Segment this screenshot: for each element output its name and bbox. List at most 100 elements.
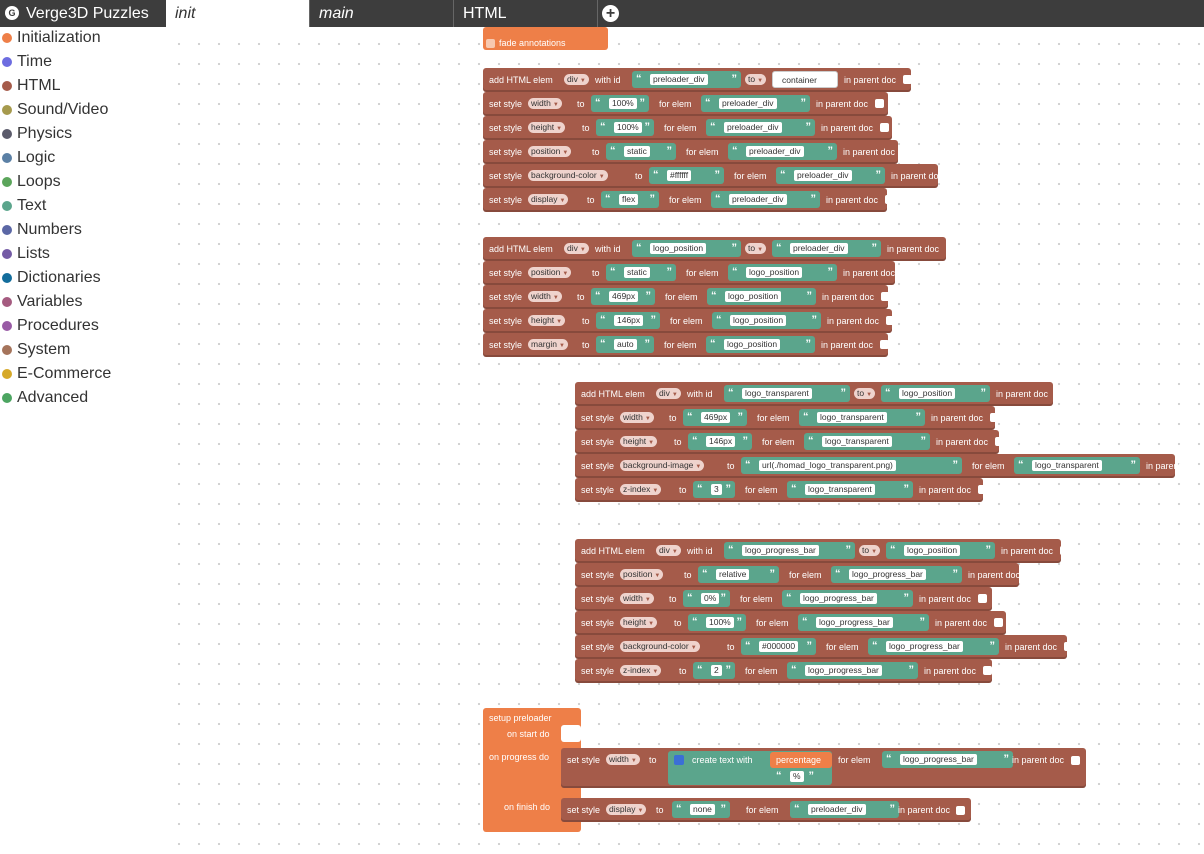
text-value[interactable]: 100% — [614, 122, 642, 133]
style-property-dropdown[interactable]: height ▼ — [528, 122, 566, 133]
target-elem-string[interactable]: “ logo_transparent ” — [799, 409, 925, 426]
style-value-string[interactable]: “ auto ” — [596, 336, 654, 353]
text-value[interactable]: preloader_div — [719, 98, 777, 109]
style-property-dropdown[interactable]: width ▼ — [620, 593, 654, 604]
text-value[interactable]: #ffffff — [667, 170, 692, 181]
style-property-dropdown[interactable]: z-index ▼ — [620, 665, 662, 676]
text-value[interactable]: logo_progress_bar — [800, 593, 877, 604]
style-property-dropdown[interactable]: background-color ▼ — [528, 170, 608, 181]
parent-elem-string[interactable]: “ preloader_div ” — [772, 240, 881, 257]
text-value[interactable]: logo_transparent — [1032, 460, 1102, 471]
text-value[interactable]: logo_position — [899, 388, 956, 399]
style-property-dropdown[interactable]: position ▼ — [620, 569, 664, 580]
style-value-string[interactable]: “ 100%” — [688, 614, 746, 631]
parent-doc-checkbox[interactable] — [881, 292, 890, 301]
percent-suffix-string[interactable]: “% ” — [772, 768, 818, 785]
text-value[interactable]: preloader_div — [650, 74, 708, 85]
app-logo[interactable]: G Verge3D Puzzles — [0, 0, 166, 27]
elem-type-dropdown[interactable]: div ▼ — [564, 74, 589, 85]
style-property-dropdown[interactable]: background-image ▼ — [620, 460, 705, 471]
text-value[interactable]: 0% — [701, 593, 720, 604]
target-elem-string[interactable]: “ logo_position ” — [707, 288, 816, 305]
text-value[interactable]: 100% — [609, 98, 637, 109]
style-value-string[interactable]: “ 146px ” — [596, 312, 660, 329]
parent-doc-checkbox[interactable] — [1055, 389, 1064, 398]
text-value[interactable]: static — [624, 146, 650, 157]
text-value[interactable]: logo_progress_bar — [886, 641, 963, 652]
style-property-dropdown[interactable]: height ▼ — [620, 436, 658, 447]
parent-doc-checkbox[interactable] — [886, 316, 895, 325]
sidebar-item-logic[interactable]: Logic — [0, 146, 166, 170]
parent-doc-checkbox[interactable] — [983, 666, 992, 675]
sidebar-item-time[interactable]: Time — [0, 50, 166, 74]
style-property-dropdown[interactable]: width ▼ — [528, 291, 562, 302]
text-value[interactable]: flex — [619, 194, 639, 205]
style-property-dropdown[interactable]: display ▼ — [606, 804, 647, 815]
parent-elem-dropdown[interactable]: container — [772, 71, 838, 88]
style-property-dropdown[interactable]: position ▼ — [528, 146, 572, 157]
text-value[interactable]: 146px — [706, 436, 736, 447]
style-value-string[interactable]: “ #ffffff ” — [649, 167, 724, 184]
text-value[interactable]: #000000 — [759, 641, 799, 652]
text-value[interactable]: logo_position — [650, 243, 707, 254]
text-value[interactable]: preloader_div — [794, 170, 852, 181]
target-elem-string[interactable]: “ preloader_div ” — [790, 801, 899, 818]
tab-main[interactable]: main — [310, 0, 454, 27]
text-value[interactable]: preloader_div — [729, 194, 787, 205]
text-value[interactable]: preloader_div — [790, 243, 848, 254]
target-elem-string[interactable]: “ preloader_div ” — [706, 119, 815, 136]
style-property-dropdown[interactable]: position ▼ — [528, 267, 572, 278]
text-value[interactable]: static — [624, 267, 650, 278]
sidebar-item-lists[interactable]: Lists — [0, 242, 166, 266]
style-value-string[interactable]: “ 469px ” — [591, 288, 655, 305]
elem-id-string[interactable]: “ preloader_div ” — [632, 71, 741, 88]
style-property-dropdown[interactable]: width ▼ — [528, 98, 562, 109]
parent-doc-checkbox[interactable] — [875, 99, 884, 108]
parent-target-dropdown[interactable]: to ▼ — [859, 545, 881, 556]
style-property-dropdown[interactable]: z-index ▼ — [620, 484, 662, 495]
text-value[interactable]: logo_progress_bar — [900, 754, 977, 765]
elem-type-dropdown[interactable]: div ▼ — [564, 243, 589, 254]
sidebar-item-numbers[interactable]: Numbers — [0, 218, 166, 242]
sidebar-item-loops[interactable]: Loops — [0, 170, 166, 194]
text-value[interactable]: logo_progress_bar — [816, 617, 893, 628]
parent-elem-string[interactable]: “ logo_position ” — [881, 385, 990, 402]
sidebar-item-procedures[interactable]: Procedures — [0, 314, 166, 338]
tab-init[interactable]: init — [166, 0, 310, 27]
sidebar-item-sound-video[interactable]: Sound/Video — [0, 98, 166, 122]
text-value[interactable]: auto — [614, 339, 637, 350]
text-value[interactable]: logo_transparent — [742, 388, 812, 399]
style-value-string[interactable]: “ #000000 ” — [741, 638, 816, 655]
puzzle-workspace[interactable]: fade annotations add HTML elem div ▼ with id… — [166, 27, 1204, 854]
text-value[interactable]: logo_position — [725, 291, 782, 302]
text-value[interactable]: preloader_div — [746, 146, 804, 157]
style-property-dropdown[interactable]: height ▼ — [620, 617, 658, 628]
target-elem-string[interactable]: “ preloader_div ” — [701, 95, 810, 112]
parent-doc-checkbox[interactable] — [1060, 546, 1069, 555]
target-elem-string[interactable]: “ logo_progress_bar ” — [798, 614, 929, 631]
parent-doc-checkbox[interactable] — [990, 413, 999, 422]
parent-doc-checkbox[interactable] — [946, 244, 955, 253]
add-tab-button[interactable]: + — [602, 5, 619, 22]
parent-doc-checkbox[interactable] — [885, 195, 894, 204]
parent-doc-checkbox[interactable] — [902, 268, 911, 277]
parent-doc-checkbox[interactable] — [880, 123, 889, 132]
target-elem-string[interactable]: “ logo_progress_bar ” — [787, 662, 918, 679]
text-value[interactable]: logo_transparent — [805, 484, 875, 495]
sidebar-item-initialization[interactable]: Initialization — [0, 26, 166, 50]
sidebar-item-dictionaries[interactable]: Dictionaries — [0, 266, 166, 290]
style-value-string[interactable]: “ 2” — [693, 662, 735, 679]
parent-doc-checkbox[interactable] — [902, 147, 911, 156]
target-elem-string[interactable]: “ logo_transparent ” — [1014, 457, 1140, 474]
text-value[interactable]: logo_transparent — [822, 436, 892, 447]
target-elem-string[interactable]: “ preloader_div ” — [728, 143, 837, 160]
sidebar-item-variables[interactable]: Variables — [0, 290, 166, 314]
style-value-string[interactable]: “ none ” — [672, 801, 730, 818]
target-elem-string[interactable]: “ logo_position ” — [706, 336, 815, 353]
target-elem-string[interactable]: “ preloader_div ” — [776, 167, 885, 184]
text-value[interactable]: relative — [716, 569, 750, 580]
sidebar-item-system[interactable]: System — [0, 338, 166, 362]
parent-doc-checkbox[interactable] — [1064, 642, 1073, 651]
style-property-dropdown[interactable]: background-color ▼ — [620, 641, 700, 652]
text-value[interactable]: logo_position — [746, 267, 803, 278]
